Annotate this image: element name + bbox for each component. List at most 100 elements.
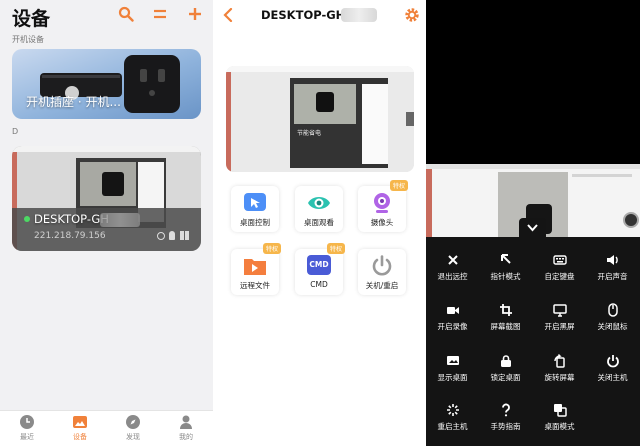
preview-caption: 节能省电 — [297, 130, 322, 137]
crop-icon — [499, 304, 512, 316]
add-icon[interactable] — [187, 6, 203, 22]
rc-menu-item[interactable]: 手势指南 — [479, 403, 532, 432]
plug-name: 开机插座 · 开机... — [26, 95, 121, 109]
fn-desktop-view[interactable]: 桌面观看 — [295, 186, 343, 232]
desktop-preview[interactable]: 节能省电 — [226, 66, 414, 172]
remote-desktop-icon — [244, 193, 266, 211]
privilege-badge: 特权 — [326, 243, 345, 254]
rc-menu-item[interactable]: 锁定桌面 — [479, 354, 532, 383]
tab-label: 发现 — [126, 433, 140, 441]
clock-icon — [20, 415, 34, 429]
floating-ball[interactable] — [623, 212, 639, 228]
search-icon[interactable] — [118, 6, 134, 22]
rc-menu-label: 手势指南 — [490, 422, 521, 431]
rc-menu-item[interactable]: 桌面模式 — [533, 403, 586, 432]
question-icon — [501, 403, 510, 417]
remote-control-screen: 退出远控 指针模式 自定键盘 开启声音开启录像 屏幕截图 开启黑屏 关闭鼠标显示桌面 锁定桌面… — [426, 0, 640, 446]
desktop-preview-image — [226, 66, 414, 172]
remote-control-menu: 退出远控 指针模式 自定键盘 开启声音开启录像 屏幕截图 开启黑屏 关闭鼠标显示桌面 锁定桌面… — [426, 237, 640, 446]
rc-menu-item[interactable]: 屏幕截图 — [479, 303, 532, 332]
tab-label: 我的 — [179, 433, 193, 441]
tab-discover[interactable]: 发现 — [113, 414, 153, 442]
mouse-icon — [607, 303, 618, 317]
devices-screen: 设备 开机设备 开机插座 · 开机... D DESKTOP-GH 221.21… — [0, 0, 213, 446]
back-icon[interactable] — [223, 8, 233, 22]
rc-menu-item[interactable]: 开启声音 — [586, 253, 639, 282]
pc-ip: 221.218.79.156 — [34, 231, 106, 241]
sort-icon[interactable] — [152, 6, 168, 22]
lock-icon — [500, 355, 511, 367]
power-icon — [372, 255, 392, 276]
rc-menu-item[interactable]: 开启黑屏 — [533, 303, 586, 332]
video-icon — [446, 307, 459, 314]
fn-power[interactable]: 关机/重启 — [358, 249, 406, 295]
fn-camera[interactable]: 特权 摄像头 — [358, 180, 408, 232]
blurred-name-suffix — [100, 213, 140, 227]
tab-mine[interactable]: 我的 — [166, 414, 206, 442]
rc-menu-label: 退出远控 — [437, 272, 468, 281]
privilege-badge: 特权 — [262, 243, 281, 254]
keyboard-icon — [552, 255, 567, 265]
restart-icon — [446, 404, 459, 416]
rotate-icon — [553, 354, 565, 368]
rc-menu-label: 指针模式 — [490, 272, 521, 281]
compass-icon — [126, 415, 140, 429]
bell-icon — [169, 231, 175, 240]
rc-menu-item[interactable]: 关闭主机 — [586, 354, 639, 383]
desktop-icon — [446, 356, 459, 365]
rc-menu-label: 锁定桌面 — [490, 373, 521, 382]
rc-menu-item[interactable]: 关闭鼠标 — [586, 303, 639, 332]
online-status-dot — [24, 216, 30, 222]
speaker-icon — [606, 255, 618, 265]
windows-icon — [180, 231, 189, 240]
rc-menu-item[interactable]: 指针模式 — [479, 253, 532, 282]
device-card-pc[interactable]: DESKTOP-GH 221.218.79.156 — [12, 146, 201, 251]
fn-desktop-control[interactable]: 桌面控制 — [231, 186, 279, 232]
chevron-down-icon — [527, 224, 538, 232]
rc-menu-item[interactable]: 显示桌面 — [426, 354, 479, 383]
tab-label: 最近 — [20, 433, 34, 441]
eye-icon — [308, 197, 330, 209]
section-label-powered: 开机设备 — [12, 35, 44, 44]
close-icon — [447, 255, 458, 265]
monitor-icon — [552, 304, 567, 317]
page-title: 设备 — [12, 8, 51, 30]
copy-window-icon — [553, 404, 567, 417]
settings-gear-icon[interactable] — [405, 8, 419, 22]
blurred-title-suffix — [341, 8, 377, 22]
refresh-icon — [157, 232, 165, 240]
rc-menu-item[interactable]: 自定键盘 — [533, 253, 586, 282]
rc-menu-label: 关闭鼠标 — [597, 322, 628, 331]
image-icon — [73, 416, 87, 428]
camera-icon — [374, 193, 390, 213]
rc-menu-label: 显示桌面 — [437, 373, 468, 382]
tab-label: 设备 — [73, 433, 87, 441]
rc-menu-label: 重启主机 — [437, 422, 468, 431]
rc-menu-item[interactable]: 重启主机 — [426, 403, 479, 432]
device-card-plug[interactable]: 开机插座 · 开机... — [12, 49, 201, 119]
fn-cmd[interactable]: 特权 CMD CMD — [295, 243, 345, 295]
person-icon — [180, 415, 192, 429]
tab-devices[interactable]: 设备 — [60, 414, 100, 442]
rc-menu-label: 桌面模式 — [544, 422, 575, 431]
rc-menu-label: 自定键盘 — [544, 272, 575, 281]
rc-menu-label: 开启声音 — [597, 272, 628, 281]
collapse-tab[interactable] — [519, 218, 546, 238]
rc-menu-label: 关闭主机 — [597, 373, 628, 382]
rc-menu-item[interactable]: 旋转屏幕 — [533, 354, 586, 383]
bottom-tab-bar: 最近 设备 发现 我的 — [0, 410, 213, 446]
rc-menu-item[interactable]: 退出远控 — [426, 253, 479, 282]
power-icon — [606, 355, 619, 368]
file-transfer-icon — [244, 259, 266, 275]
rc-menu-label: 开启黑屏 — [544, 322, 575, 331]
rc-menu-item[interactable]: 开启录像 — [426, 303, 479, 332]
section-label-d: D — [12, 127, 19, 136]
fn-remote-file[interactable]: 特权 远程文件 — [231, 243, 281, 295]
device-title: DESKTOP-GH — [261, 8, 346, 22]
cmd-icon: CMD — [307, 255, 331, 275]
tab-recent[interactable]: 最近 — [7, 414, 47, 442]
privilege-badge: 特权 — [389, 180, 408, 191]
rc-menu-label: 屏幕截图 — [490, 322, 521, 331]
rc-menu-label: 旋转屏幕 — [544, 373, 575, 382]
device-detail-screen: DESKTOP-GH 节能省电 桌面控制 桌面观看 特权 摄像头 特权 远程文件… — [213, 0, 426, 446]
